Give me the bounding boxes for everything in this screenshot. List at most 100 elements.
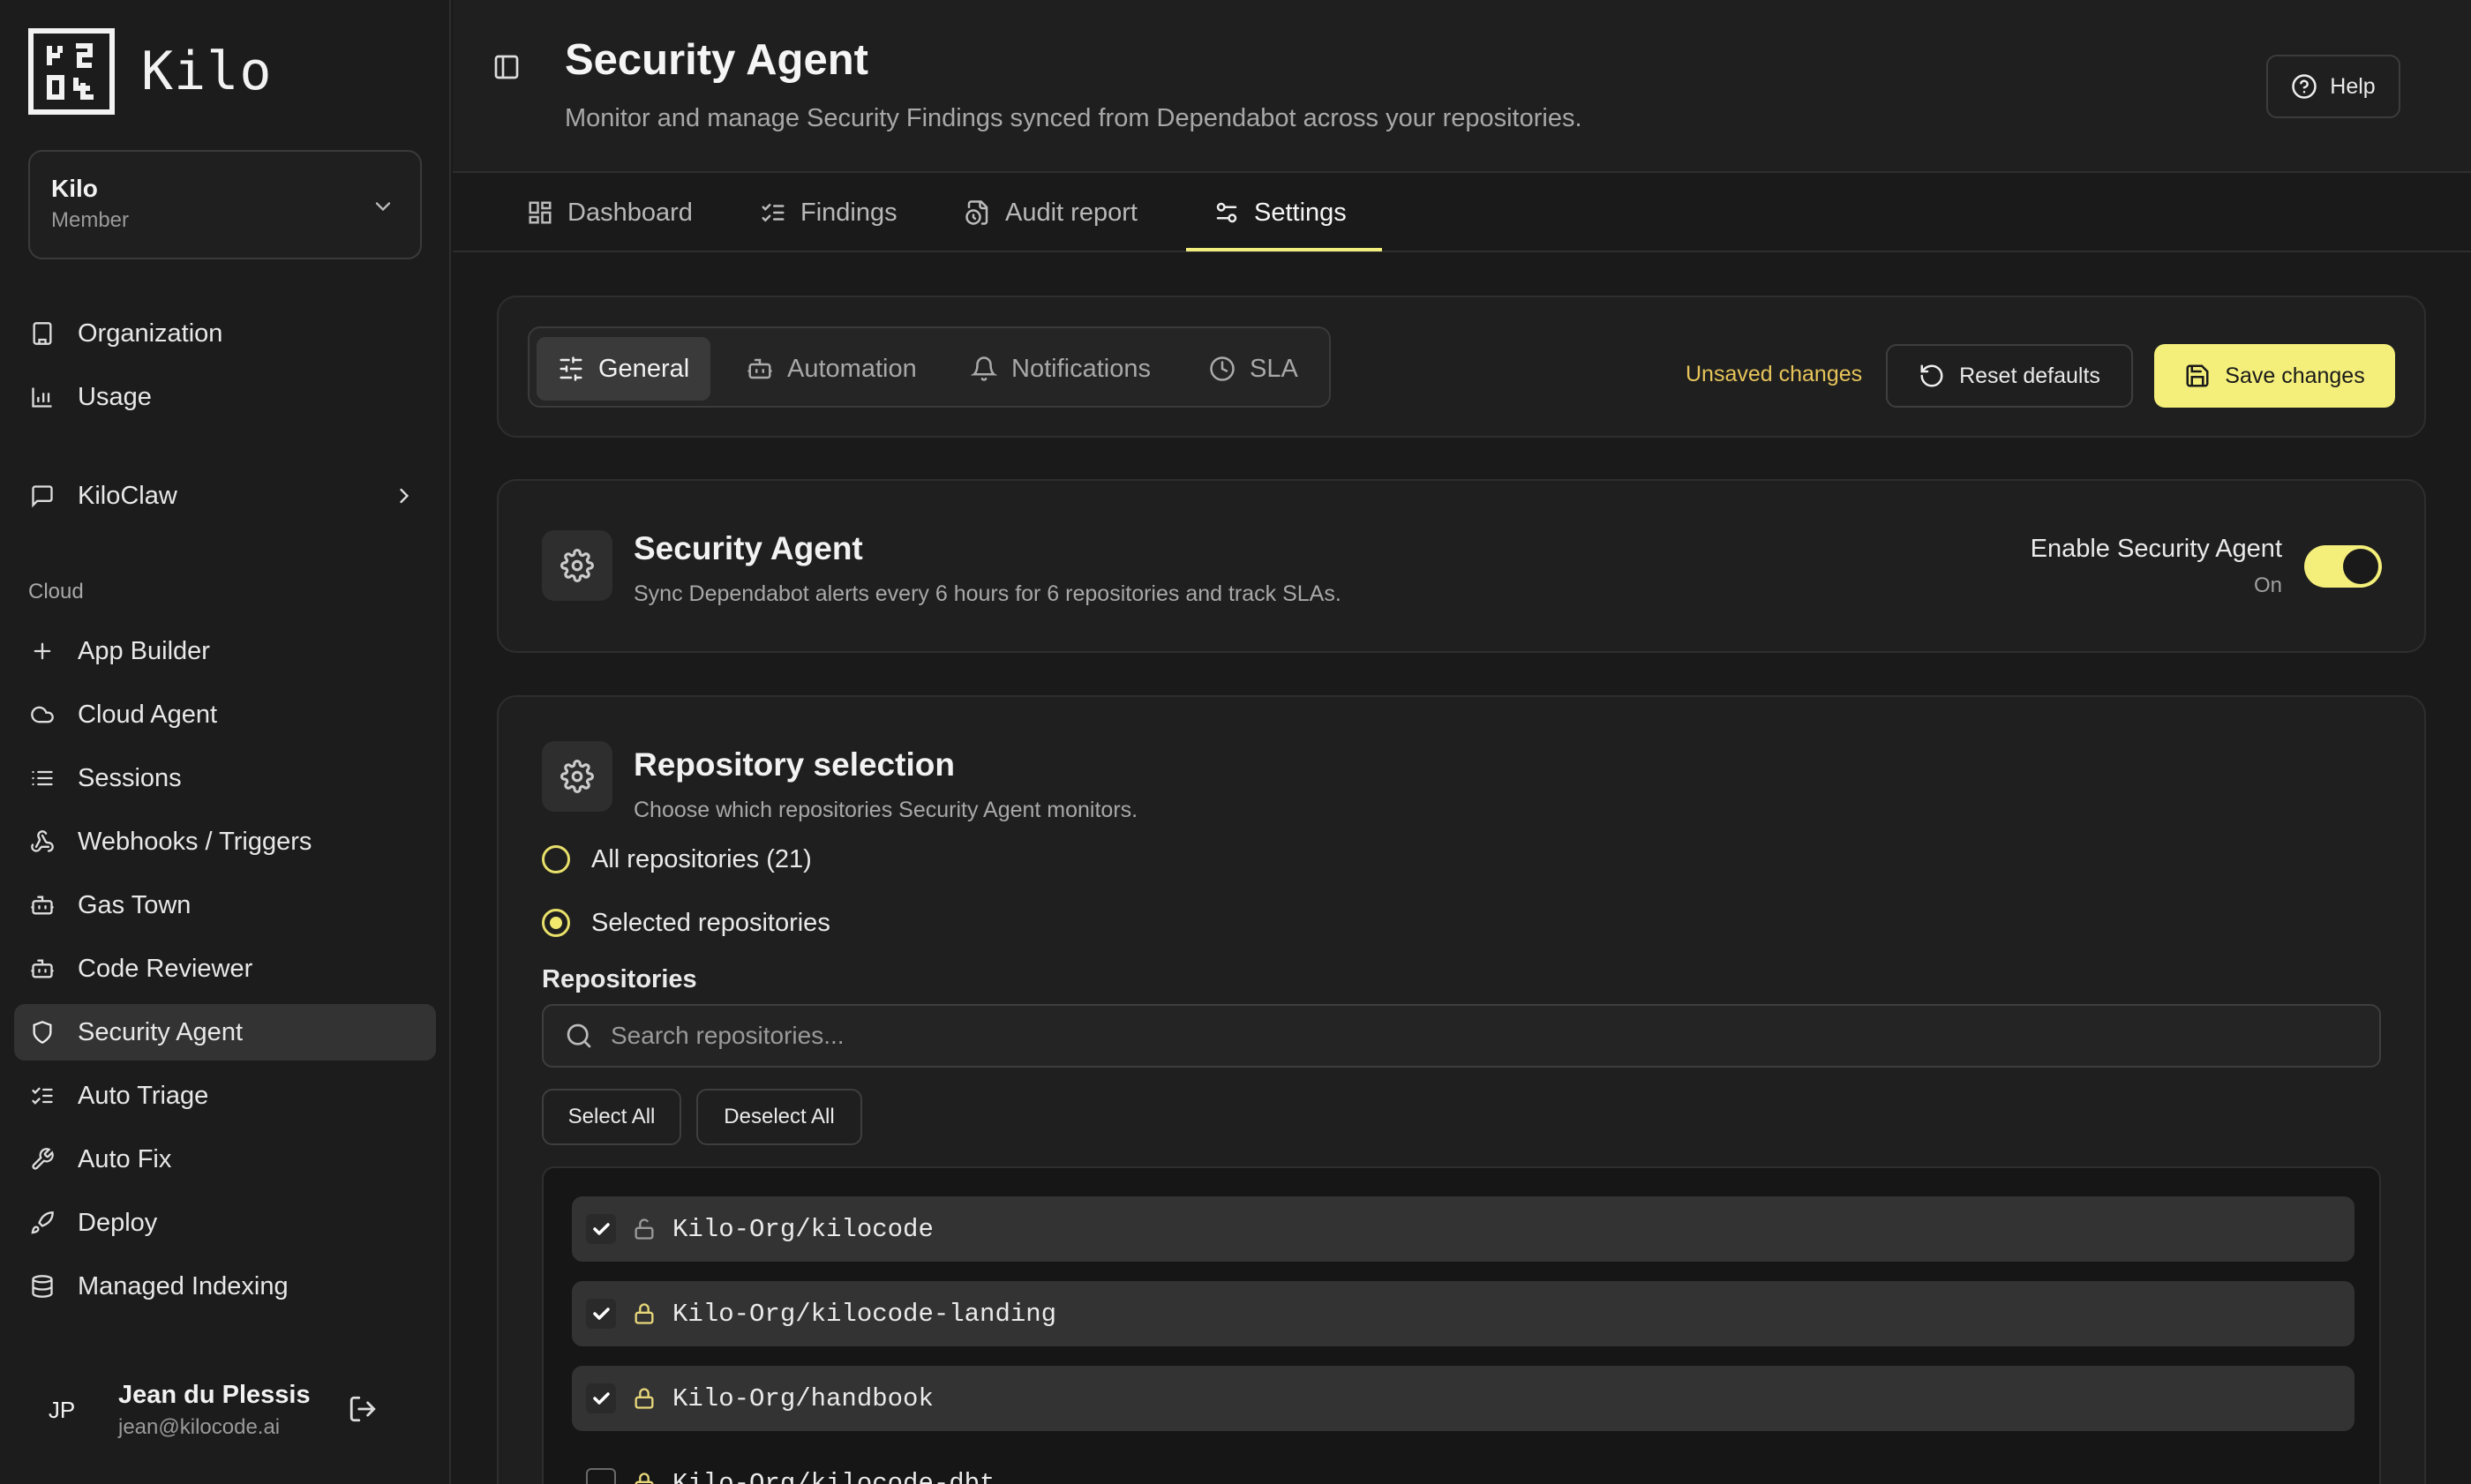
sidebar-item-label: Gas Town bbox=[78, 890, 192, 919]
kilo-logo[interactable]: Kilo bbox=[28, 28, 273, 115]
sidebar-item-security-agent[interactable]: Security Agent bbox=[14, 1004, 436, 1061]
tab-findings[interactable]: Findings bbox=[760, 173, 898, 252]
sidebar-item-label: Organization bbox=[78, 319, 223, 348]
rotate-ccw-icon bbox=[1919, 363, 1945, 389]
settings-sliders-icon bbox=[1213, 199, 1240, 226]
unsaved-changes-indicator: Unsaved changes bbox=[1686, 362, 1863, 386]
security-agent-title: Security Agent bbox=[634, 530, 863, 566]
repository-list: Kilo-Org/kilocode Kilo-Org/kilocode-land… bbox=[542, 1166, 2381, 1484]
file-clock-icon bbox=[965, 199, 991, 226]
page-subtitle: Monitor and manage Security Findings syn… bbox=[565, 104, 1582, 132]
bot-icon bbox=[747, 356, 773, 382]
enable-status-text: On bbox=[2253, 573, 2282, 597]
tab-dashboard[interactable]: Dashboard bbox=[527, 173, 693, 252]
security-agent-description: Sync Dependabot alerts every 6 hours for… bbox=[634, 581, 1341, 606]
help-circle-icon bbox=[2291, 73, 2317, 100]
list-item[interactable]: Kilo-Org/handbook bbox=[572, 1366, 2355, 1431]
sidebar-item-app-builder[interactable]: App Builder bbox=[14, 623, 436, 679]
sidebar-item-kiloclaw[interactable]: KiloClaw bbox=[14, 468, 436, 524]
reset-defaults-button[interactable]: Reset defaults bbox=[1886, 344, 2133, 408]
plus-icon bbox=[28, 637, 56, 665]
sidebar-item-auto-fix[interactable]: Auto Fix bbox=[14, 1131, 436, 1188]
repo-checkbox[interactable] bbox=[586, 1299, 616, 1329]
subtab-label: General bbox=[598, 354, 690, 383]
sidebar-item-label: Sessions bbox=[78, 763, 182, 792]
sidebar: Kilo Kilo Member Organization Usage Kilo… bbox=[0, 0, 451, 1484]
list-checks-icon bbox=[28, 1082, 56, 1110]
user-profile: JP Jean du Plessis jean@kilocode.ai bbox=[28, 1368, 422, 1452]
reset-label: Reset defaults bbox=[1959, 363, 2100, 388]
org-role: Member bbox=[51, 208, 130, 232]
sidebar-item-cloud-agent[interactable]: Cloud Agent bbox=[14, 686, 436, 743]
subtab-notifications[interactable]: Notifications bbox=[950, 337, 1172, 401]
sidebar-item-auto-triage[interactable]: Auto Triage bbox=[14, 1068, 436, 1124]
avatar: JP bbox=[28, 1376, 95, 1443]
repository-selection-title: Repository selection bbox=[634, 746, 955, 783]
repository-search bbox=[542, 1004, 2381, 1068]
radio-selected-repositories-label[interactable]: Selected repositories bbox=[591, 909, 830, 938]
subtab-label: Automation bbox=[787, 354, 917, 383]
subtab-label: Notifications bbox=[1011, 354, 1151, 383]
shield-icon bbox=[28, 1018, 56, 1046]
repo-name: Kilo-Org/handbook bbox=[672, 1383, 934, 1413]
sidebar-item-sessions[interactable]: Sessions bbox=[14, 750, 436, 806]
security-agent-card: Security Agent Sync Dependabot alerts ev… bbox=[497, 479, 2426, 653]
cloud-icon bbox=[28, 701, 56, 729]
kilo-logo-mark bbox=[28, 28, 115, 115]
sidebar-item-usage[interactable]: Usage bbox=[14, 369, 436, 425]
list-item[interactable]: Kilo-Org/kilocode bbox=[572, 1196, 2355, 1262]
building-icon bbox=[28, 319, 56, 348]
list-item[interactable]: Kilo-Org/kilocode-landing bbox=[572, 1281, 2355, 1346]
search-input[interactable] bbox=[611, 1022, 2287, 1050]
radio-selected-repositories[interactable] bbox=[542, 909, 570, 937]
dashboard-icon bbox=[527, 199, 553, 226]
subtab-automation[interactable]: Automation bbox=[725, 337, 938, 401]
select-all-button[interactable]: Select All bbox=[542, 1089, 681, 1145]
sidebar-toggle-icon[interactable] bbox=[492, 53, 521, 81]
lock-icon bbox=[632, 1386, 657, 1411]
sidebar-item-label: Cloud Agent bbox=[78, 700, 218, 729]
bell-icon bbox=[971, 356, 997, 382]
sidebar-item-organization[interactable]: Organization bbox=[14, 305, 436, 362]
message-square-icon bbox=[28, 482, 56, 510]
app-name: Kilo bbox=[141, 41, 273, 102]
repo-checkbox[interactable] bbox=[586, 1383, 616, 1413]
save-label: Save changes bbox=[2225, 363, 2365, 388]
save-changes-button[interactable]: Save changes bbox=[2154, 344, 2395, 408]
sidebar-item-label: KiloClaw bbox=[78, 481, 177, 510]
page-header: Security Agent Monitor and manage Securi… bbox=[453, 0, 2471, 173]
sidebar-item-deploy[interactable]: Deploy bbox=[14, 1195, 436, 1251]
sidebar-item-managed-indexing[interactable]: Managed Indexing bbox=[14, 1258, 436, 1315]
enable-security-agent-toggle[interactable] bbox=[2304, 545, 2382, 588]
list-checks-icon bbox=[760, 199, 786, 226]
sidebar-item-label: Auto Triage bbox=[78, 1081, 209, 1110]
repository-selection-description: Choose which repositories Security Agent… bbox=[634, 798, 1138, 822]
help-button[interactable]: Help bbox=[2266, 55, 2400, 118]
tab-label: Dashboard bbox=[567, 198, 693, 227]
org-switcher[interactable]: Kilo Member bbox=[28, 150, 422, 259]
org-name: Kilo bbox=[51, 175, 98, 202]
deselect-all-button[interactable]: Deselect All bbox=[696, 1089, 862, 1145]
repo-name: Kilo-Org/kilocode-dbt bbox=[672, 1468, 995, 1484]
subtab-general[interactable]: General bbox=[537, 337, 711, 401]
radio-all-repositories[interactable] bbox=[542, 845, 570, 873]
subtab-sla[interactable]: SLA bbox=[1188, 337, 1319, 401]
sidebar-item-code-reviewer[interactable]: Code Reviewer bbox=[14, 941, 436, 997]
settings-subtabs: General Automation Notifications SLA bbox=[528, 326, 1331, 408]
tab-settings[interactable]: Settings bbox=[1213, 173, 1347, 252]
logout-icon[interactable] bbox=[348, 1394, 378, 1424]
repo-name: Kilo-Org/kilocode-landing bbox=[672, 1299, 1057, 1329]
repo-checkbox[interactable] bbox=[586, 1214, 616, 1244]
list-item[interactable]: Kilo-Org/kilocode-dbt bbox=[572, 1450, 2355, 1484]
sidebar-item-webhooks[interactable]: Webhooks / Triggers bbox=[14, 813, 436, 870]
tab-audit-report[interactable]: Audit report bbox=[965, 173, 1138, 252]
sidebar-item-label: Deploy bbox=[78, 1208, 158, 1237]
sidebar-item-label: Code Reviewer bbox=[78, 954, 253, 983]
repo-checkbox[interactable] bbox=[586, 1468, 616, 1484]
bot-icon bbox=[28, 955, 56, 983]
sidebar-item-gas-town[interactable]: Gas Town bbox=[14, 877, 436, 933]
radio-all-repositories-label[interactable]: All repositories (21) bbox=[591, 845, 812, 874]
active-tab-indicator bbox=[1186, 248, 1382, 251]
rocket-icon bbox=[28, 1209, 56, 1237]
tab-label: Settings bbox=[1254, 198, 1347, 227]
